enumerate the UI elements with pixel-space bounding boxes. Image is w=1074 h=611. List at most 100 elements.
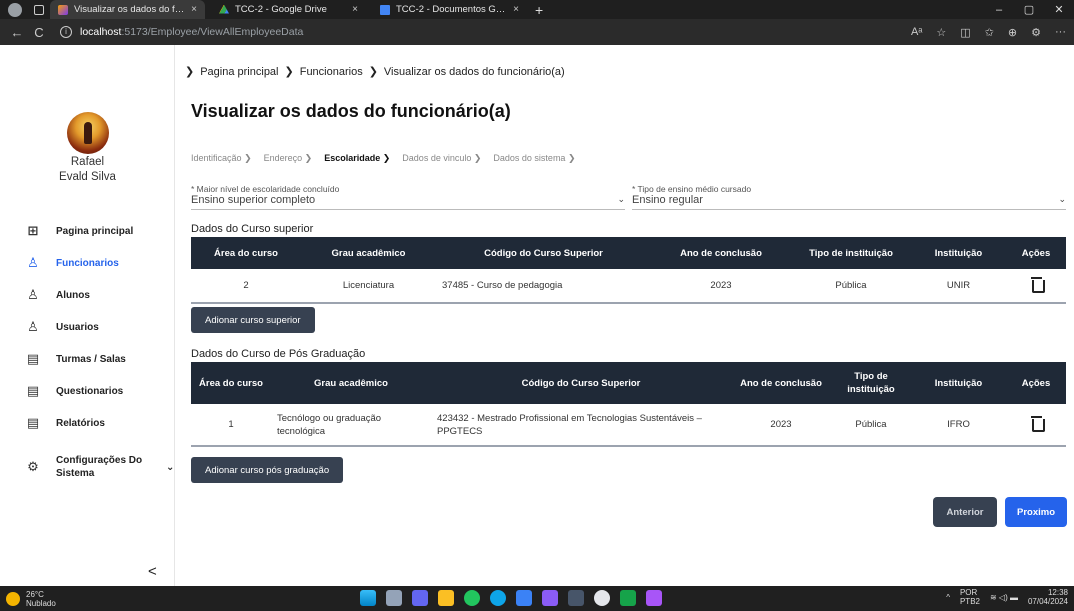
- minimize-button[interactable]: –: [984, 4, 1014, 16]
- cell-area: 1: [191, 404, 271, 447]
- escolaridade-select[interactable]: Ensino superior completo ⌄: [191, 194, 625, 210]
- sidebar-item-configuracoes[interactable]: ⚙ Configurações Do Sistema ⌄: [0, 445, 175, 489]
- weather-temp: 26°C: [26, 589, 44, 599]
- tray-overflow-icon[interactable]: ^: [946, 593, 950, 602]
- visual-studio-icon[interactable]: [542, 590, 558, 606]
- col-codigo: Código do Curso Superior: [431, 362, 731, 404]
- terminal-icon[interactable]: [568, 590, 584, 606]
- cell-grau: Licenciatura: [301, 269, 436, 304]
- task-view-icon[interactable]: [386, 590, 402, 606]
- language-indicator[interactable]: POR PTB2: [960, 588, 980, 606]
- previous-button[interactable]: Anterior: [933, 497, 997, 527]
- sidebar-item-relatorios[interactable]: ▤ Relatórios: [0, 407, 175, 439]
- google-drive-icon: [219, 4, 229, 14]
- tab-endereco[interactable]: Endereço ❯: [264, 153, 313, 164]
- user-icon: ♙: [27, 319, 39, 334]
- sidebar-item-questionarios[interactable]: ▤ Questionarios: [0, 375, 175, 407]
- table-row: 1 Tecnólogo ou graduação tecnológica 423…: [191, 404, 1066, 447]
- workspaces-icon[interactable]: [34, 4, 44, 15]
- tab-escolaridade[interactable]: Escolaridade ❯: [324, 153, 390, 164]
- cell-codigo: 37485 - Curso de pedagogia: [436, 269, 651, 304]
- sidebar-item-pagina-principal[interactable]: ⊞ Pagina principal: [0, 215, 175, 247]
- grid-icon: ⊞: [27, 223, 39, 238]
- collections-icon[interactable]: ⊕: [1008, 26, 1017, 39]
- close-window-button[interactable]: ✕: [1044, 3, 1074, 16]
- sidebar-item-alunos[interactable]: ♙ Alunos: [0, 279, 175, 311]
- edge-icon[interactable]: [490, 590, 506, 606]
- refresh-icon[interactable]: C: [28, 25, 50, 40]
- section-pos-graduacao: Dados do Curso de Pós Graduação: [191, 348, 366, 360]
- next-button[interactable]: Proximo: [1005, 497, 1067, 527]
- breadcrumb-current: Visualizar os dados do funcionário(a): [383, 65, 565, 78]
- close-tab-icon[interactable]: ×: [513, 4, 519, 15]
- tab-dados-sistema[interactable]: Dados do sistema ❯: [493, 153, 575, 164]
- chevron-down-icon: ⌄: [617, 194, 625, 204]
- split-screen-icon[interactable]: ◫: [960, 26, 970, 39]
- tab-identificacao[interactable]: Identificação ❯: [191, 153, 252, 164]
- sidebar-item-funcionarios[interactable]: ♙ Funcionarios: [0, 247, 175, 279]
- tipo-ensino-select[interactable]: Ensino regular ⌄: [632, 194, 1066, 210]
- breadcrumb-pagina-principal[interactable]: Pagina principal: [200, 66, 278, 78]
- github-icon[interactable]: [594, 590, 610, 606]
- breadcrumb-separator-icon: ❯: [368, 66, 378, 78]
- clock-time: 12:38: [1047, 588, 1068, 597]
- escolaridade-value: Ensino superior completo: [191, 194, 316, 206]
- address-bar: ← C i localhost:5173/Employee/ViewAllEmp…: [0, 19, 1074, 45]
- language-code: POR: [959, 588, 978, 597]
- cell-area: 2: [191, 269, 301, 304]
- extensions-icon[interactable]: ⚙: [1031, 26, 1041, 39]
- more-menu-icon[interactable]: ···: [1055, 26, 1066, 38]
- tab-dados-vinculo[interactable]: Dados de vinculo ❯: [402, 153, 481, 164]
- system-tray: ^ POR PTB2 ≋ ◁) ▬ 12:38 07/04/2024: [946, 588, 1068, 606]
- cell-instituicao: IFRO: [911, 404, 1006, 447]
- weather-widget[interactable]: 26°C Nublado: [6, 590, 56, 608]
- favorites-icon[interactable]: ✩: [985, 26, 994, 39]
- sidebar-item-label: Alunos: [56, 289, 90, 301]
- back-icon[interactable]: ←: [6, 25, 28, 40]
- favorite-icon[interactable]: ☆: [936, 26, 946, 39]
- url-field[interactable]: i localhost:5173/Employee/ViewAllEmploye…: [60, 22, 860, 42]
- chrome-icon[interactable]: [464, 590, 480, 606]
- col-tipo: Tipo de instituição: [791, 237, 911, 269]
- sidebar-item-turmas-salas[interactable]: ▤ Turmas / Salas: [0, 343, 175, 375]
- teams-icon[interactable]: [412, 590, 428, 606]
- breadcrumb-funcionarios[interactable]: Funcionarios: [300, 66, 363, 78]
- site-info-icon[interactable]: i: [60, 26, 72, 38]
- read-aloud-icon[interactable]: Aᵃ: [911, 26, 922, 38]
- start-icon[interactable]: [360, 590, 376, 606]
- browser-tab-drive[interactable]: TCC-2 - Google Drive ×: [211, 0, 366, 19]
- tab-title: TCC-2 - Google Drive: [235, 4, 327, 15]
- document-icon: ▤: [26, 351, 40, 366]
- document-icon: ▤: [26, 383, 40, 398]
- sidebar-item-usuarios[interactable]: ♙ Usuarios: [0, 311, 175, 343]
- close-tab-icon[interactable]: ×: [352, 4, 358, 15]
- sidebar-item-label: Relatórios: [56, 417, 105, 429]
- tipo-ensino-label: * Tipo de ensino médio cursado: [632, 184, 752, 194]
- profile-icon[interactable]: [8, 2, 22, 17]
- breadcrumb-separator-icon: ❯: [284, 66, 294, 78]
- add-curso-superior-button[interactable]: Adionar curso superior: [191, 307, 315, 333]
- file-explorer-icon[interactable]: [438, 590, 454, 606]
- vscode-icon[interactable]: [516, 590, 532, 606]
- trash-icon[interactable]: [1030, 416, 1045, 432]
- new-tab-button[interactable]: +: [535, 2, 543, 18]
- tab-title: Visualizar os dados do funcionário: [74, 4, 186, 15]
- maximize-button[interactable]: ▢: [1014, 3, 1044, 16]
- add-pos-graduacao-button[interactable]: Adionar curso pós graduação: [191, 457, 344, 483]
- browser-tab-employee[interactable]: Visualizar os dados do funcionário ×: [50, 0, 205, 19]
- app-icon[interactable]: [620, 590, 636, 606]
- close-tab-icon[interactable]: ×: [191, 4, 197, 15]
- browser-toolbar: Aᵃ ☆ ◫ ✩ ⊕ ⚙ ···: [911, 19, 1066, 45]
- window-controls: – ▢ ✕: [984, 0, 1074, 19]
- network-volume-battery-icons[interactable]: ≋ ◁) ▬: [990, 593, 1018, 602]
- breadcrumb-separator-icon: ❯: [185, 66, 195, 78]
- collapse-sidebar-button[interactable]: <: [148, 563, 157, 580]
- user-icon: ♙: [27, 287, 39, 302]
- app-icon[interactable]: [646, 590, 662, 606]
- col-ano: Ano de conclusão: [731, 362, 831, 404]
- col-acoes: Ações: [1006, 362, 1066, 404]
- trash-icon[interactable]: [1030, 277, 1045, 293]
- browser-tab-docs[interactable]: TCC-2 - Documentos Google ×: [372, 0, 527, 19]
- table-header-row: Área do curso Grau acadêmico Código do C…: [191, 237, 1066, 269]
- clock[interactable]: 12:38 07/04/2024: [1028, 588, 1068, 606]
